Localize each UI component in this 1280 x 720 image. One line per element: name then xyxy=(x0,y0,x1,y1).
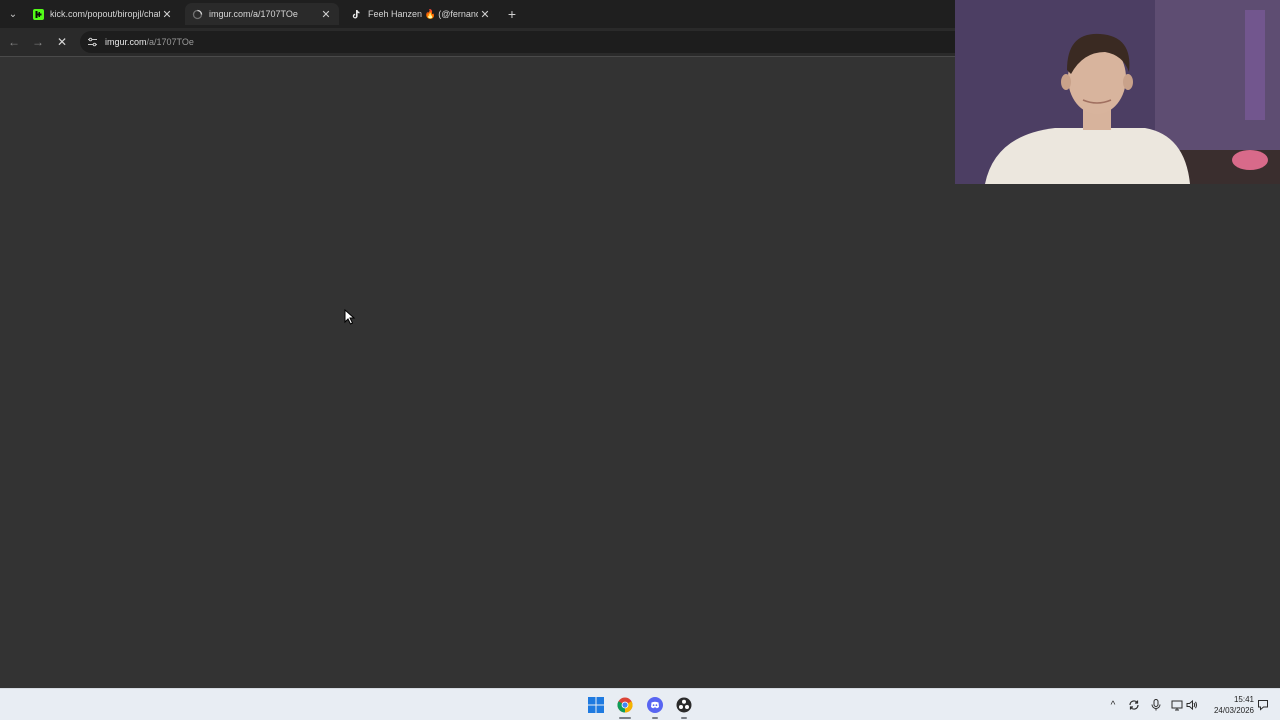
notification-icon[interactable] xyxy=(1256,698,1270,712)
tab-tiktok[interactable]: Feeh Hanzen 🔥 (@fernandaha ✕ xyxy=(344,3,498,25)
new-tab-button[interactable]: + xyxy=(503,5,521,23)
webcam-image xyxy=(955,0,1280,184)
microphone-icon[interactable] xyxy=(1149,698,1163,712)
discord-icon[interactable] xyxy=(645,695,665,715)
stop-loading-button[interactable]: ✕ xyxy=(53,33,71,51)
volume-icon[interactable] xyxy=(1185,698,1199,712)
network-icon[interactable] xyxy=(1170,698,1184,712)
url-host: imgur.com xyxy=(105,37,147,47)
tray-overflow-icon[interactable]: ^ xyxy=(1106,698,1120,712)
clock-time: 15:41 xyxy=(1233,695,1254,704)
forward-button[interactable]: → xyxy=(29,33,47,51)
tab-kick-chat[interactable]: kick.com/popout/biropjl/chat ✕ xyxy=(26,3,180,25)
tab-title: kick.com/popout/biropjl/chat xyxy=(50,9,160,19)
address-bar[interactable]: imgur.com/a/1707TOe xyxy=(80,31,955,53)
tab-close-icon[interactable]: ✕ xyxy=(319,7,333,21)
chrome-running-indicator xyxy=(619,717,631,719)
mouse-cursor-icon xyxy=(344,309,356,325)
tab-imgur[interactable]: imgur.com/a/1707TOe ✕ xyxy=(185,3,339,25)
kick-icon xyxy=(32,8,44,20)
sync-icon[interactable] xyxy=(1127,698,1141,712)
start-icon[interactable] xyxy=(586,695,606,715)
tab-title: imgur.com/a/1707TOe xyxy=(209,9,298,19)
tab-title: Feeh Hanzen 🔥 (@fernandaha xyxy=(368,8,478,19)
webcam-overlay xyxy=(955,0,1280,184)
obs-running-indicator xyxy=(681,717,687,719)
site-info-icon[interactable] xyxy=(85,35,99,49)
tab-search-dropdown[interactable]: ⌄ xyxy=(4,5,22,23)
tiktok-icon xyxy=(350,8,362,20)
clock-date: 24/03/2026 xyxy=(1213,706,1254,715)
windows-taskbar: ^ 15:41 24/03/2026 xyxy=(0,688,1280,720)
chrome-icon[interactable] xyxy=(615,695,635,715)
back-button[interactable]: ← xyxy=(5,33,23,51)
tab-close-icon[interactable]: ✕ xyxy=(478,7,492,21)
taskbar-clock[interactable]: 15:41 24/03/2026 xyxy=(1204,694,1254,716)
url-text: imgur.com/a/1707TOe xyxy=(105,37,194,47)
tab-close-icon[interactable]: ✕ xyxy=(160,7,174,21)
obs-icon[interactable] xyxy=(674,695,694,715)
browser-toolbar: ← → ✕ imgur.com/a/1707TOe xyxy=(0,28,955,56)
loading-spinner-icon xyxy=(191,8,203,20)
discord-running-indicator xyxy=(652,717,658,719)
url-path: /a/1707TOe xyxy=(146,37,194,47)
